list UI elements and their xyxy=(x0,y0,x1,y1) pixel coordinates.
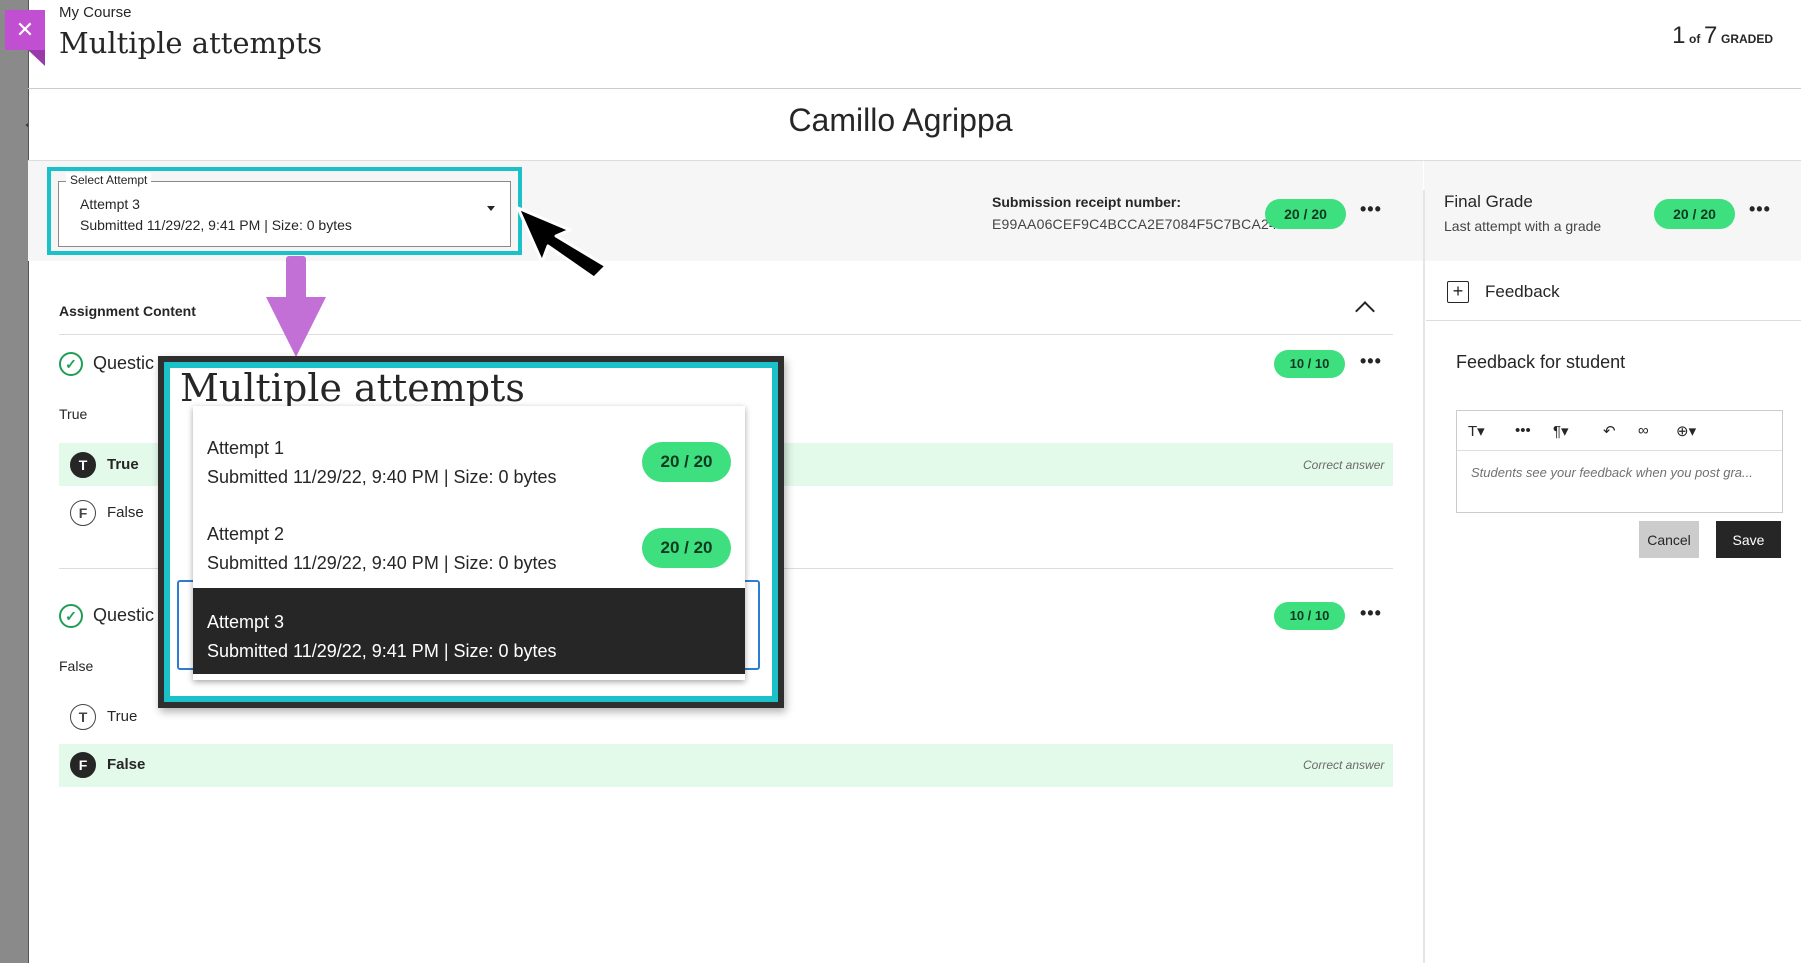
attempt-dropdown-menu: Attempt 1 Submitted 11/29/22, 9:40 PM | … xyxy=(193,406,745,680)
final-grade-pill[interactable]: 20 / 20 xyxy=(1654,199,1735,229)
selected-attempt-meta: Submitted 11/29/22, 9:41 PM | Size: 0 by… xyxy=(80,217,352,233)
attempt-option-name: Attempt 2 xyxy=(207,524,285,544)
final-grade-label: Final Grade xyxy=(1444,192,1533,211)
link-icon[interactable]: ∞ xyxy=(1638,422,1649,439)
grading-counter: 1 of 7 GRADED xyxy=(1672,22,1773,50)
attempt-option-name: Attempt 3 xyxy=(207,612,285,632)
correct-answer-tag: Correct answer xyxy=(1303,758,1385,772)
caret-down-icon[interactable] xyxy=(487,206,495,211)
background-strip: ← xyxy=(0,0,40,963)
attempt-option-meta: Submitted 11/29/22, 9:40 PM | Size: 0 by… xyxy=(207,553,557,573)
course-name: My Course xyxy=(59,4,132,21)
student-answer: False xyxy=(59,658,94,674)
option-letter-badge: F xyxy=(70,500,96,526)
attempt-option-3[interactable]: Attempt 3 Submitted 11/29/22, 9:41 PM | … xyxy=(193,588,745,674)
close-button-flag xyxy=(28,50,45,66)
submission-grade-pill[interactable]: 20 / 20 xyxy=(1265,199,1346,229)
check-circle-icon: ✓ xyxy=(59,604,83,628)
more-tools-icon[interactable]: ••• xyxy=(1515,422,1531,439)
question-grade-pill[interactable]: 10 / 10 xyxy=(1274,602,1345,630)
close-icon: ✕ xyxy=(15,17,35,42)
editor-toolbar xyxy=(1457,411,1782,451)
question-more-icon[interactable]: ••• xyxy=(1360,351,1382,372)
content-divider xyxy=(59,334,1393,335)
column-divider xyxy=(1423,190,1425,963)
assignment-content-title: Assignment Content xyxy=(59,303,196,319)
correct-answer-tag: Correct answer xyxy=(1303,458,1385,472)
selected-attempt-name: Attempt 3 xyxy=(80,196,140,212)
feedback-placeholder: Students see your feedback when you post… xyxy=(1471,465,1753,480)
feedback-title: Feedback for student xyxy=(1456,352,1626,372)
attempt-option-grade: 20 / 20 xyxy=(642,528,731,568)
submission-more-icon[interactable]: ••• xyxy=(1360,199,1382,220)
student-name: Camillo Agrippa xyxy=(788,102,1013,138)
counter-total: 7 xyxy=(1704,22,1718,49)
add-feedback-icon[interactable]: + xyxy=(1447,281,1469,303)
receipt-number: E99AA06CEF9C4BCCA2E7084F5C7BCA24 xyxy=(992,216,1277,232)
down-arrow-icon-head xyxy=(266,297,326,357)
feedback-tab[interactable]: Feedback xyxy=(1485,282,1560,302)
attempt-option-name: Attempt 1 xyxy=(207,438,285,458)
attempt-option-grade: 20 / 20 xyxy=(642,442,731,482)
attempt-option-1[interactable]: Attempt 1 Submitted 11/29/22, 9:40 PM | … xyxy=(193,410,745,496)
option-label: True xyxy=(107,708,138,725)
question-more-icon[interactable]: ••• xyxy=(1360,603,1382,624)
paragraph-icon[interactable]: ¶▾ xyxy=(1553,422,1569,440)
close-button[interactable]: ✕ xyxy=(5,10,45,50)
header-divider xyxy=(28,88,1801,89)
final-grade-sub: Last attempt with a grade xyxy=(1444,218,1602,234)
undo-icon[interactable]: ↶ xyxy=(1603,422,1616,440)
question-title: Questic xyxy=(93,353,155,373)
attempt-option-meta: Submitted 11/29/22, 9:41 PM | Size: 0 by… xyxy=(207,641,557,661)
zoom-page-title: Multiple attempts xyxy=(180,366,525,410)
student-answer: True xyxy=(59,406,88,422)
option-letter-badge: T xyxy=(70,452,96,478)
down-arrow-icon xyxy=(286,256,306,300)
text-style-icon[interactable]: T▾ xyxy=(1468,422,1485,440)
option-label: False xyxy=(107,504,144,521)
attempt-select[interactable] xyxy=(58,181,511,247)
counter-current: 1 xyxy=(1672,22,1686,49)
question-title: Questic xyxy=(93,605,155,625)
option-label: True xyxy=(107,456,139,473)
counter-label: GRADED xyxy=(1720,32,1773,46)
page-title: Multiple attempts xyxy=(59,26,323,60)
check-circle-icon: ✓ xyxy=(59,352,83,376)
cancel-button[interactable]: Cancel xyxy=(1639,521,1699,558)
attempt-option-2[interactable]: Attempt 2 Submitted 11/29/22, 9:40 PM | … xyxy=(193,496,745,582)
option-letter-badge: T xyxy=(70,704,96,730)
question-grade-pill[interactable]: 10 / 10 xyxy=(1274,350,1345,378)
final-grade-more-icon[interactable]: ••• xyxy=(1749,199,1771,220)
option-letter-badge: F xyxy=(70,752,96,778)
save-button[interactable]: Save xyxy=(1716,521,1781,558)
answer-option xyxy=(59,744,1393,787)
receipt-label: Submission receipt number: xyxy=(992,194,1182,210)
attempt-select-legend: Select Attempt xyxy=(66,173,152,187)
attempt-option-meta: Submitted 11/29/22, 9:40 PM | Size: 0 by… xyxy=(207,467,557,487)
counter-of: of xyxy=(1689,32,1701,46)
option-label: False xyxy=(107,756,146,773)
insert-content-icon[interactable]: ⊕▾ xyxy=(1676,422,1696,440)
cursor-icon xyxy=(516,206,608,280)
feedback-divider xyxy=(1426,320,1801,321)
